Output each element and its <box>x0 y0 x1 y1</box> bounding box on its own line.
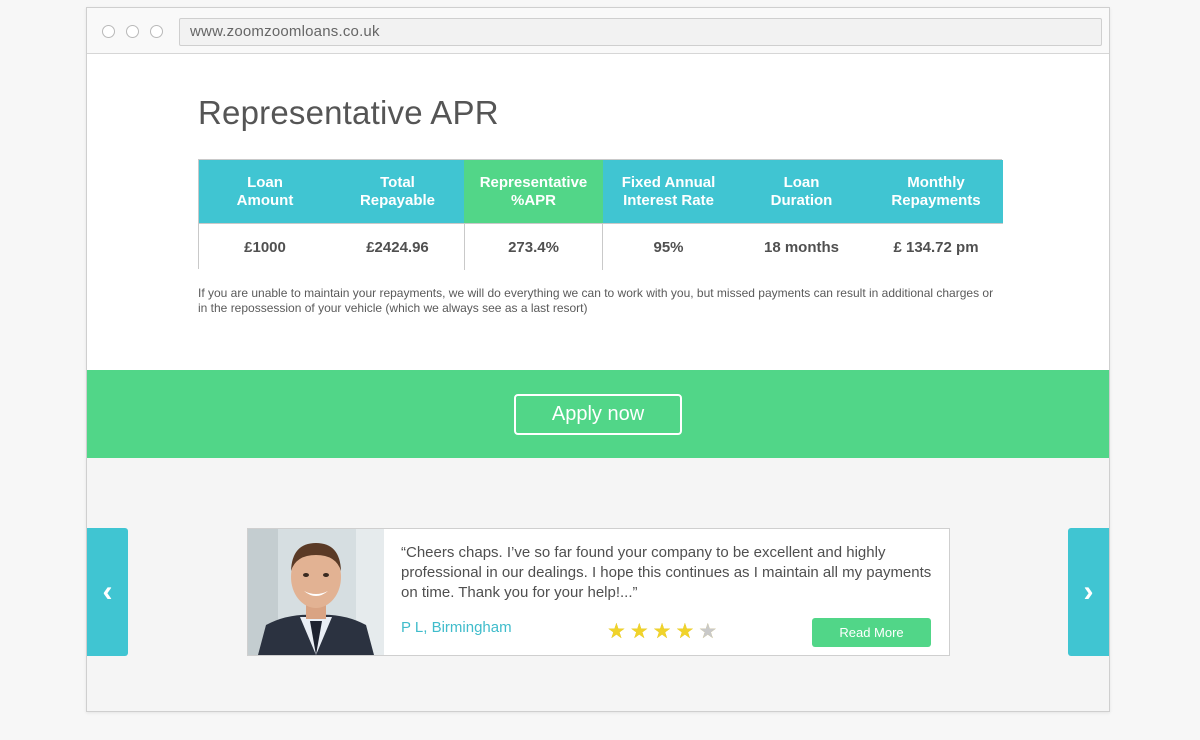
value-total-repayable: £2424.96 <box>331 223 464 270</box>
testimonial-quote: “Cheers chaps. I’ve so far found your co… <box>401 544 932 601</box>
apr-section: Representative APR Loan Amount Total Rep… <box>87 54 1109 370</box>
value-loan-duration: 18 months <box>734 223 869 270</box>
header-total-repayable: Total Repayable <box>331 160 464 223</box>
browser-toolbar: www.zoomzoomloans.co.uk <box>87 8 1109 54</box>
window-minimize-dot[interactable] <box>126 25 139 38</box>
value-loan-amount: £1000 <box>199 223 331 270</box>
header-loan-amount: Loan Amount <box>199 160 331 223</box>
header-fixed-interest-rate: Fixed Annual Interest Rate <box>603 160 734 223</box>
testimonial-card: “Cheers chaps. I’ve so far found your co… <box>247 528 950 656</box>
address-bar[interactable]: www.zoomzoomloans.co.uk <box>179 18 1102 46</box>
star-rating: ★ ★ ★ ★ ★ <box>607 621 717 642</box>
star-empty-icon: ★ <box>698 620 718 643</box>
window-close-dot[interactable] <box>102 25 115 38</box>
window-maximize-dot[interactable] <box>150 25 163 38</box>
browser-window: www.zoomzoomloans.co.uk Representative A… <box>86 7 1110 712</box>
apply-now-button[interactable]: Apply now <box>514 394 682 435</box>
header-representative-apr: Representative %APR <box>464 160 603 223</box>
chevron-right-icon: › <box>1083 575 1094 608</box>
disclaimer-text: If you are unable to maintain your repay… <box>198 286 994 315</box>
star-icon: ★ <box>629 620 649 643</box>
testimonial-section: ‹ “Cheers chaps. I’ve so far found your … <box>87 458 1109 711</box>
chevron-left-icon: ‹ <box>102 575 113 608</box>
carousel-prev-button[interactable]: ‹ <box>87 528 128 656</box>
star-icon: ★ <box>607 620 626 643</box>
customer-photo <box>248 529 384 655</box>
value-monthly-repayments: £ 134.72 pm <box>869 223 1003 270</box>
testimonial-author: P L, Birmingham <box>401 619 512 636</box>
star-icon: ★ <box>675 620 695 643</box>
apply-band: Apply now <box>87 370 1109 458</box>
value-representative-apr: 273.4% <box>464 223 603 270</box>
page-title: Representative APR <box>198 94 499 131</box>
apr-table: Loan Amount Total Repayable Representati… <box>198 159 1003 270</box>
read-more-button[interactable]: Read More <box>812 618 931 647</box>
header-loan-duration: Loan Duration <box>734 160 869 223</box>
star-icon: ★ <box>652 620 672 643</box>
value-fixed-interest-rate: 95% <box>603 223 734 270</box>
header-monthly-repayments: Monthly Repayments <box>869 160 1003 223</box>
carousel-next-button[interactable]: › <box>1068 528 1109 656</box>
